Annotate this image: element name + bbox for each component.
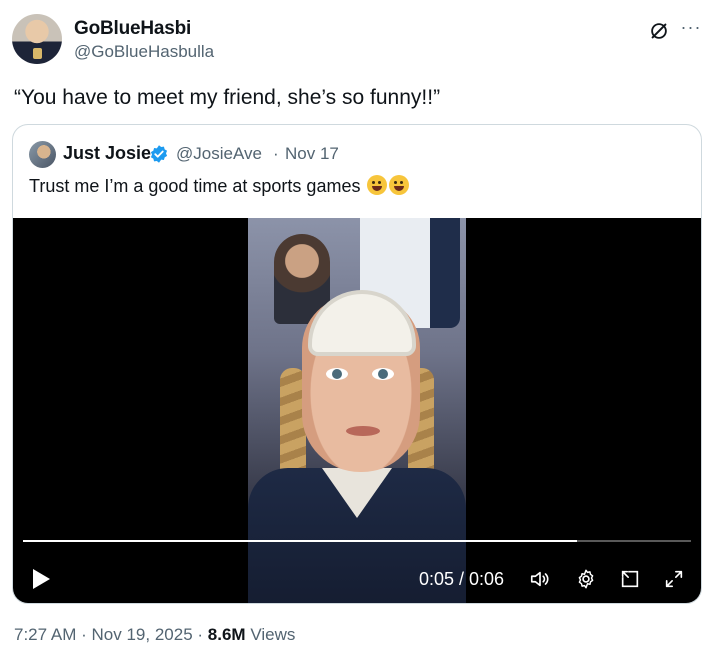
meta-separator: · (81, 625, 87, 644)
author-avatar[interactable] (12, 14, 62, 64)
meta-separator: · (197, 625, 204, 644)
verified-icon (150, 145, 168, 163)
quoted-tweet[interactable]: Just Josie @JosieAve · Nov 17 Trust me I… (12, 124, 702, 604)
quoted-avatar[interactable] (29, 141, 56, 168)
quoted-text-body: Trust me I’m a good time at sports games (29, 176, 361, 196)
tweet-time[interactable]: 7:27 AM (14, 625, 76, 644)
fullscreen-icon[interactable] (663, 568, 685, 590)
pip-icon[interactable] (619, 568, 641, 590)
views-label: Views (250, 625, 296, 644)
video-frame (248, 218, 466, 603)
author-name[interactable]: GoBlueHasbi (74, 18, 191, 40)
rofl-emoji-icon (389, 175, 410, 195)
quoted-text: Trust me I’m a good time at sports games (29, 175, 410, 197)
quoted-author-name[interactable]: Just Josie (63, 143, 151, 164)
author-handle[interactable]: @GoBlueHasbulla (74, 42, 214, 62)
video-time: 0:05 / 0:06 (419, 569, 505, 589)
tweet-meta: 7:27 AM · Nov 19, 2025 · 8.6M Views (14, 625, 295, 645)
settings-icon[interactable] (575, 568, 597, 590)
video-progress-fill (23, 540, 578, 542)
grok-icon[interactable] (648, 20, 670, 42)
video-progress-bar[interactable] (23, 540, 691, 542)
tweet-text: “You have to meet my friend, she’s so fu… (14, 86, 441, 109)
video-player[interactable]: 0:05 / 0:06 (13, 218, 701, 603)
tweet-header: GoBlueHasbi @GoBlueHasbulla ··· (12, 14, 704, 66)
volume-icon[interactable] (529, 568, 551, 590)
more-icon[interactable]: ··· (680, 18, 702, 40)
zany-face-emoji-icon (367, 175, 388, 195)
quoted-date[interactable]: Nov 17 (285, 144, 339, 164)
play-icon[interactable] (31, 568, 51, 590)
views-count: 8.6M (207, 625, 246, 644)
quoted-separator: · (273, 144, 279, 163)
tweet-date[interactable]: Nov 19, 2025 (92, 625, 193, 644)
quoted-author-handle[interactable]: @JosieAve (176, 144, 262, 164)
